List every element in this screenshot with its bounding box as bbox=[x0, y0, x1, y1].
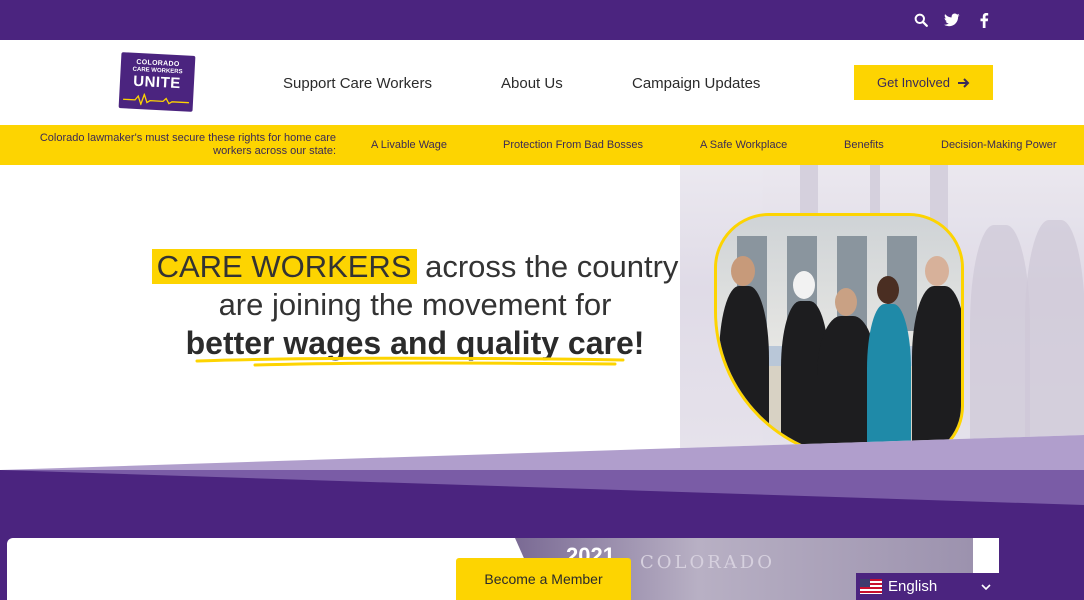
language-label: English bbox=[888, 578, 938, 595]
get-involved-label: Get Involved bbox=[877, 75, 950, 90]
site-header: COLORADO CARE WORKERS UNITE Support Care… bbox=[0, 40, 1084, 125]
rights-item-livable-wage[interactable]: A Livable Wage bbox=[371, 139, 447, 151]
heartbeat-icon bbox=[123, 92, 189, 107]
underline-scribble bbox=[195, 356, 625, 367]
language-selector[interactable]: English bbox=[856, 573, 999, 600]
rights-item-safe-workplace[interactable]: A Safe Workplace bbox=[700, 139, 787, 151]
rights-intro: Colorado lawmaker's must secure these ri… bbox=[39, 132, 336, 157]
site-logo[interactable]: COLORADO CARE WORKERS UNITE bbox=[118, 52, 196, 112]
rights-bar: Colorado lawmaker's must secure these ri… bbox=[0, 125, 1084, 165]
nav-support-care-workers[interactable]: Support Care Workers bbox=[283, 75, 432, 92]
timeline-engraving: COLORADO bbox=[640, 552, 775, 573]
get-involved-button[interactable]: Get Involved bbox=[854, 65, 993, 100]
become-member-button[interactable]: Become a Member bbox=[456, 558, 631, 600]
rights-item-benefits[interactable]: Benefits bbox=[844, 139, 884, 151]
hero-headline: CARE WORKERS across the country are join… bbox=[150, 248, 680, 363]
rights-item-protection[interactable]: Protection From Bad Bosses bbox=[503, 139, 643, 151]
rights-item-decision-making[interactable]: Decision-Making Power bbox=[941, 139, 1057, 151]
arrow-right-icon bbox=[958, 77, 970, 88]
hero-highlight: CARE WORKERS bbox=[151, 249, 417, 284]
twitter-icon[interactable] bbox=[943, 11, 961, 29]
chevron-down-icon bbox=[981, 583, 991, 590]
nav-campaign-updates[interactable]: Campaign Updates bbox=[632, 75, 760, 92]
hero-line-2: are joining the movement for bbox=[218, 287, 612, 322]
hero-line-1: across the country bbox=[416, 249, 679, 284]
facebook-icon[interactable] bbox=[975, 11, 993, 29]
band-slant-overlay bbox=[0, 435, 1084, 505]
hero-section: CARE WORKERS across the country are join… bbox=[0, 165, 1084, 475]
utility-bar bbox=[0, 0, 1084, 40]
hero-group-photo bbox=[714, 213, 964, 461]
logo-line-3: UNITE bbox=[132, 72, 182, 93]
search-icon[interactable] bbox=[912, 11, 930, 29]
nav-about-us[interactable]: About Us bbox=[501, 75, 563, 92]
us-flag-icon bbox=[860, 579, 882, 594]
